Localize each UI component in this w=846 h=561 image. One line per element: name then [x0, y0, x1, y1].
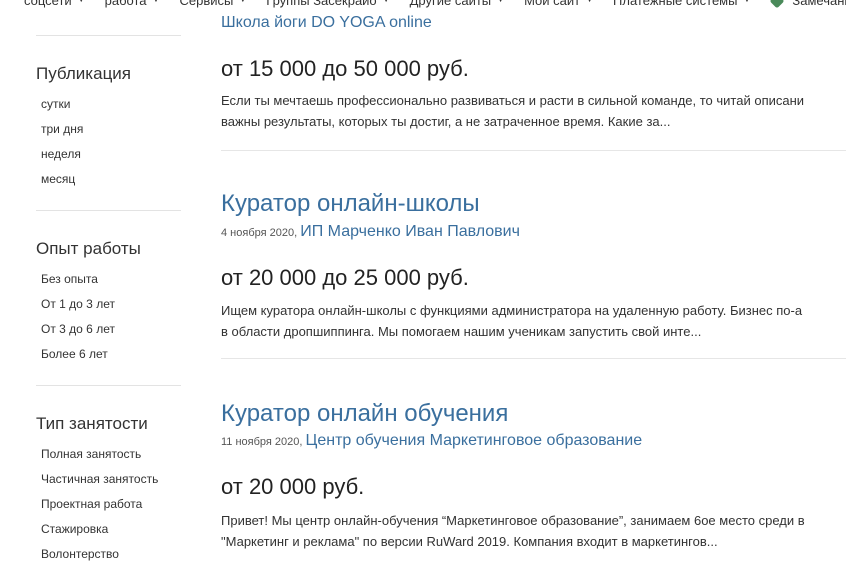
nav-item-label: работа [104, 0, 147, 8]
vacancy-company-link[interactable]: Центр обучения Маркетинговое образование [306, 432, 643, 449]
divider [36, 35, 181, 36]
caret-down-icon: ▼ [586, 0, 594, 4]
divider [36, 385, 181, 386]
nav-item-my-site[interactable]: Мой сайт ▼ [524, 0, 593, 8]
vacancy-description-line: Привет! Мы центр онлайн-обучения “Маркет… [221, 513, 805, 528]
filter-option-1-3-years[interactable]: От 1 до 3 лет [41, 297, 115, 311]
vacancy-meta: 11 ноября 2020, Центр обучения Маркетинг… [221, 432, 642, 450]
vacancy-title-link[interactable]: Куратор онлайн-школы [221, 190, 480, 218]
nav-item-label: Замечания по к [792, 0, 846, 8]
vacancy-divider [221, 150, 846, 151]
vacancy-title-link[interactable]: Куратор онлайн обучения [221, 400, 508, 428]
caret-down-icon: ▼ [382, 0, 390, 4]
vacancy-date: 4 ноября 2020, [221, 227, 298, 239]
nav-item-work[interactable]: работа ▼ [105, 0, 160, 8]
filter-option-project[interactable]: Проектная работа [41, 497, 142, 511]
caret-down-icon: ▼ [239, 0, 247, 4]
remarks-icon [769, 0, 785, 8]
nav-item-socials[interactable]: соцсети ▼ [24, 0, 85, 8]
vacancy-salary: от 20 000 руб. [221, 474, 365, 499]
filter-option-part-time[interactable]: Частичная занятость [41, 472, 158, 486]
vacancy-date: 11 ноября 2020, [221, 436, 303, 448]
nav-item-label: Группы Засекрайо [266, 0, 377, 8]
filter-option-three-days[interactable]: три дня [41, 122, 83, 136]
filter-option-full-time[interactable]: Полная занятость [41, 447, 141, 461]
caret-down-icon: ▼ [152, 0, 160, 4]
vacancy-divider [221, 358, 846, 359]
vacancy-company-link[interactable]: ИП Марченко Иван Павлович [300, 223, 520, 240]
filter-title-publication: Публикация [36, 64, 132, 83]
nav-item-label: Платежные системы [613, 0, 738, 8]
nav-item-label: Другие сайты [409, 0, 492, 8]
filter-option-week[interactable]: неделя [41, 147, 81, 161]
vacancy-description-line: в области дропшиппинга. Мы помогаем наши… [221, 324, 702, 339]
filter-title-employment: Тип занятости [36, 414, 148, 433]
vacancy-description-line: Ищем куратора онлайн-школы с функциями а… [221, 303, 803, 318]
top-navigation: соцсети ▼ работа ▼ Сервисы ▼ Группы Засекра… [0, 0, 846, 8]
filter-option-no-experience[interactable]: Без опыта [41, 272, 98, 286]
caret-down-icon: ▼ [743, 0, 751, 4]
vacancy-meta: 4 ноября 2020, ИП Марченко Иван Павлович [221, 223, 520, 241]
filter-option-3-6-years[interactable]: От 3 до 6 лет [41, 322, 115, 336]
nav-item-remarks[interactable]: Замечания по к [769, 0, 846, 8]
filter-title-experience: Опыт работы [36, 239, 141, 258]
caret-down-icon: ▼ [497, 0, 505, 4]
filter-option-month[interactable]: месяц [41, 172, 75, 186]
vacancy-description-line: "Маркетинг и реклама" по версии RuWard 2… [221, 534, 718, 549]
caret-down-icon: ▼ [77, 0, 85, 4]
divider [36, 210, 181, 211]
vacancy-company-link[interactable]: Школа йоги DO YOGA online [221, 14, 432, 32]
nav-item-label: Мой сайт [524, 0, 581, 8]
nav-item-label: соцсети [24, 0, 72, 8]
nav-item-other-sites[interactable]: Другие сайты ▼ [410, 0, 504, 8]
filter-option-6-plus-years[interactable]: Более 6 лет [41, 347, 108, 361]
filter-option-internship[interactable]: Стажировка [41, 522, 108, 536]
filter-option-volunteering[interactable]: Волонтерство [41, 547, 119, 561]
vacancy-description-line: Если ты мечтаешь профессионально развива… [221, 93, 805, 108]
nav-item-label: Сервисы [179, 0, 234, 8]
nav-item-payment-systems[interactable]: Платежные системы ▼ [613, 0, 750, 8]
vacancy-salary: от 15 000 до 50 000 руб. [221, 56, 469, 81]
nav-item-groups[interactable]: Группы Засекрайо ▼ [266, 0, 389, 8]
vacancy-description-line: важны результаты, которых ты достиг, а н… [221, 114, 671, 129]
filter-option-day[interactable]: сутки [41, 97, 70, 111]
vacancy-salary: от 20 000 до 25 000 руб. [221, 265, 469, 290]
nav-item-services[interactable]: Сервисы ▼ [179, 0, 246, 8]
